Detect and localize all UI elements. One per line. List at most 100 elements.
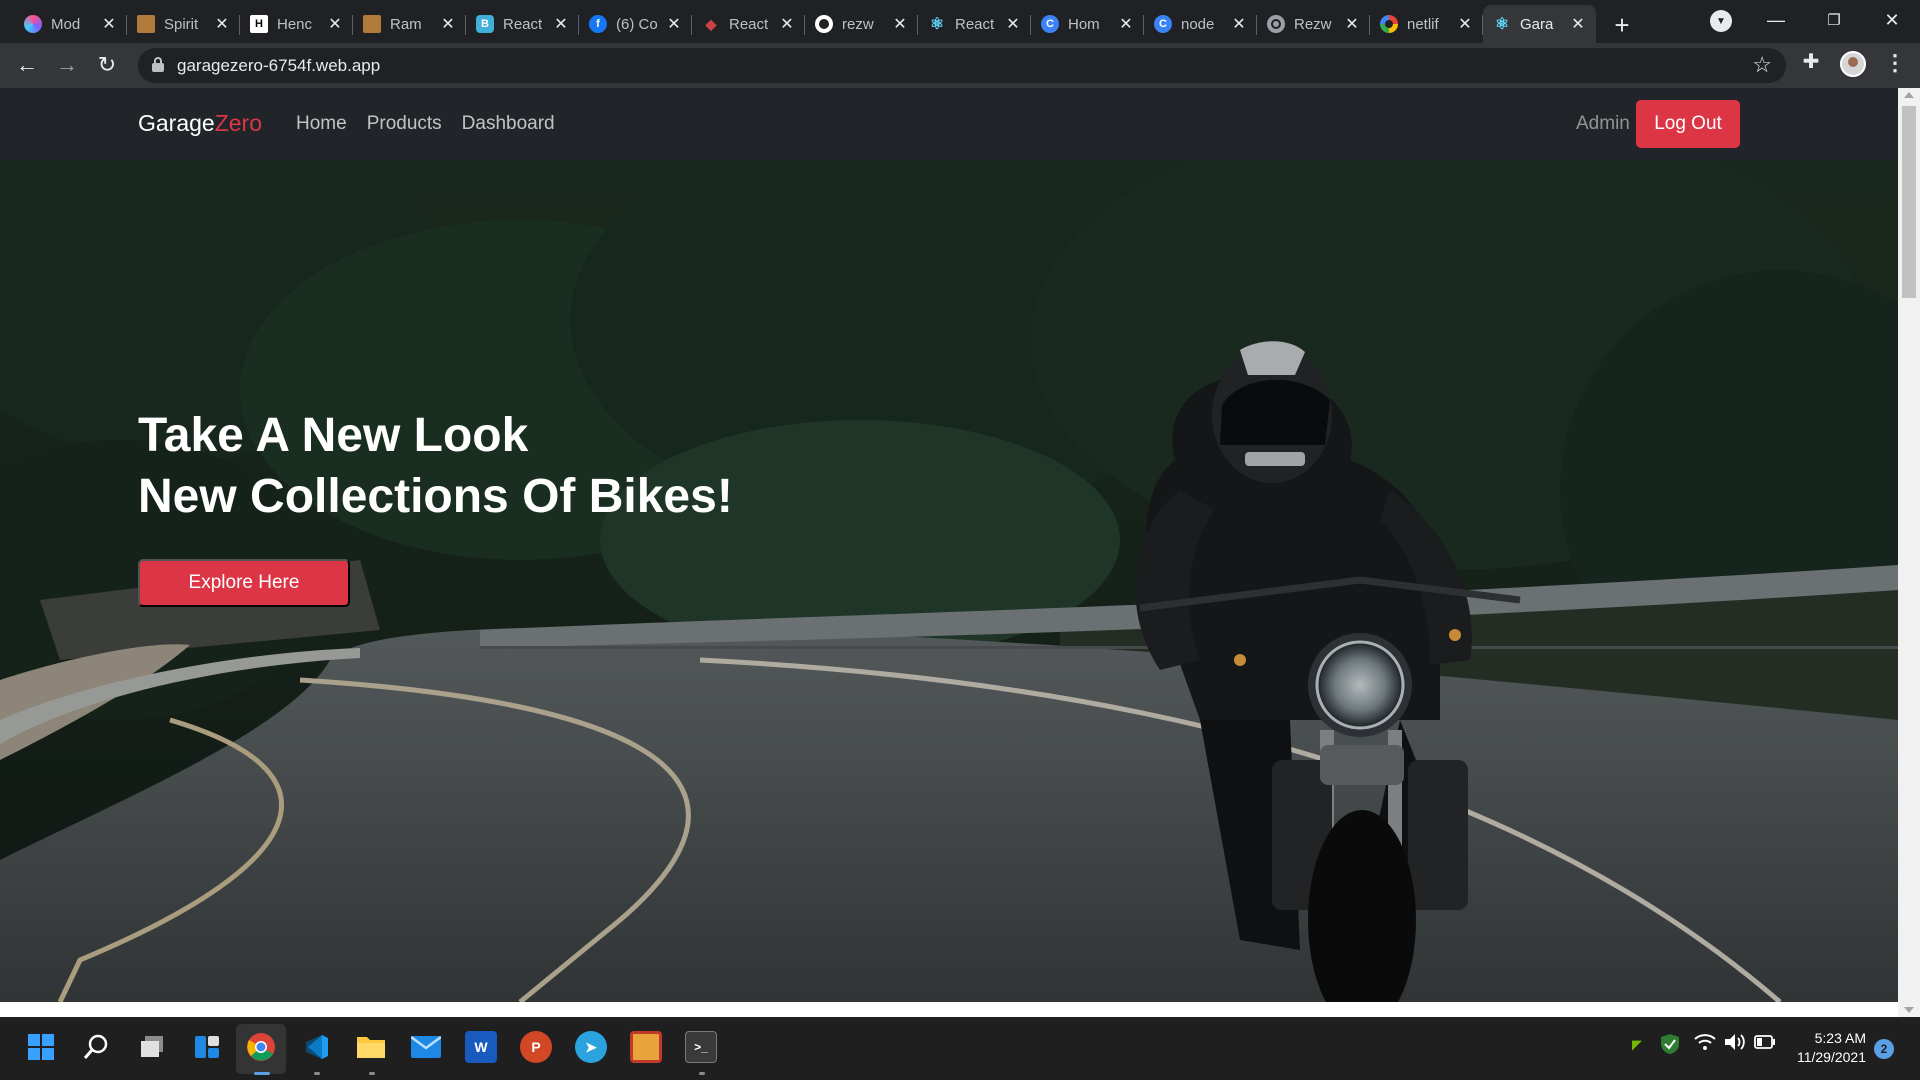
google-icon	[1380, 15, 1398, 33]
mail-icon[interactable]	[410, 1031, 442, 1063]
close-tab-icon[interactable]: ✕	[101, 14, 117, 34]
browser-tab[interactable]: ⚛ React ✕	[918, 5, 1031, 43]
chrome-menu-icon[interactable]: ⋮	[1884, 50, 1906, 76]
browser-toolbar: ← → ↻ garagezero-6754f.web.app ☆	[0, 43, 1920, 88]
tab-label: Hom	[1068, 15, 1100, 33]
close-tab-icon[interactable]: ✕	[1570, 14, 1586, 34]
browser-tab[interactable]: Rezw ✕	[1257, 5, 1370, 43]
close-window-icon[interactable]: ✕	[1864, 0, 1920, 40]
browser-tab[interactable]: Spirit ✕	[127, 5, 240, 43]
close-tab-icon[interactable]: ✕	[892, 14, 908, 34]
page-viewport: GarageZero Home Products Dashboard Admin…	[0, 88, 1898, 1017]
bootstrap-react-icon: B	[476, 15, 494, 33]
windows-start-icon[interactable]	[25, 1031, 57, 1063]
explore-here-button[interactable]: Explore Here	[138, 559, 350, 607]
tab-label: Ram	[390, 15, 422, 33]
close-tab-icon[interactable]: ✕	[327, 14, 343, 34]
browser-tab[interactable]: rezw ✕	[805, 5, 918, 43]
minimize-icon[interactable]: —	[1748, 0, 1804, 40]
logout-button[interactable]: Log Out	[1636, 100, 1740, 148]
close-tab-icon[interactable]: ✕	[666, 14, 682, 34]
hero-heading: Take A New Look New Collections Of Bikes…	[138, 405, 733, 527]
clock-time: 5:23 AM	[1814, 1030, 1866, 1046]
close-tab-icon[interactable]: ✕	[553, 14, 569, 34]
clock-date: 11/29/2021	[1796, 1049, 1866, 1065]
hero-heading-line2: New Collections Of Bikes!	[138, 470, 733, 523]
tab-search-icon[interactable]: ▼	[1710, 10, 1732, 32]
chrome-icon[interactable]	[245, 1031, 277, 1063]
forward-icon[interactable]: →	[51, 49, 83, 81]
close-tab-icon[interactable]: ✕	[1118, 14, 1134, 34]
telegram-icon[interactable]: ➤	[575, 1031, 607, 1063]
tab-label: netlif	[1407, 15, 1439, 33]
back-icon[interactable]: ←	[11, 49, 43, 81]
explorer-running-indicator	[369, 1072, 375, 1075]
file-explorer-icon[interactable]	[355, 1031, 387, 1063]
notification-badge[interactable]: 2	[1874, 1039, 1894, 1059]
terminal-running-indicator	[699, 1072, 705, 1075]
close-tab-icon[interactable]: ✕	[1457, 14, 1473, 34]
word-icon[interactable]: W	[465, 1031, 497, 1063]
close-tab-icon[interactable]: ✕	[1231, 14, 1247, 34]
tab-label: React	[729, 15, 769, 33]
nav-dashboard-link[interactable]: Dashboard	[462, 113, 555, 135]
browser-tab-active[interactable]: ⚛ Gara ✕	[1483, 5, 1596, 43]
url-text[interactable]: garagezero-6754f.web.app	[177, 56, 380, 76]
widgets-icon[interactable]	[191, 1031, 223, 1063]
bookmark-star-icon[interactable]: ☆	[1752, 52, 1772, 78]
browser-tab[interactable]: ◆ React ✕	[692, 5, 805, 43]
extensions-puzzle-icon[interactable]: ✚	[1800, 50, 1822, 73]
close-tab-icon[interactable]: ✕	[440, 14, 456, 34]
nvidia-tray-icon[interactable]: ◤	[1632, 1037, 1642, 1053]
browser-tab[interactable]: H Henc ✕	[240, 5, 353, 43]
wifi-icon[interactable]	[1694, 1033, 1716, 1055]
powerpoint-icon[interactable]: P	[520, 1031, 552, 1063]
github-icon	[815, 15, 833, 33]
site-navbar: GarageZero Home Products Dashboard Admin…	[0, 88, 1898, 160]
site-brand-logo[interactable]: GarageZero	[138, 110, 262, 137]
react-icon: ⚛	[929, 16, 945, 33]
address-bar[interactable]: garagezero-6754f.web.app ☆	[138, 48, 1786, 83]
vscode-icon[interactable]	[300, 1031, 332, 1063]
search-icon[interactable]	[80, 1031, 112, 1063]
browser-tab[interactable]: C node ✕	[1144, 5, 1257, 43]
restore-icon[interactable]: ❐	[1806, 0, 1862, 40]
c-logo-icon: C	[1041, 15, 1059, 33]
browser-tab[interactable]: netlif ✕	[1370, 5, 1483, 43]
new-tab-icon[interactable]: +	[1604, 7, 1640, 43]
close-tab-icon[interactable]: ✕	[214, 14, 230, 34]
reload-icon[interactable]: ↻	[91, 49, 123, 81]
scrollbar-thumb[interactable]	[1902, 106, 1916, 298]
terminal-icon[interactable]: >_	[685, 1031, 717, 1063]
close-tab-icon[interactable]: ✕	[779, 14, 795, 34]
browser-tab[interactable]: C Hom ✕	[1031, 5, 1144, 43]
tab-label: React	[955, 15, 995, 33]
nav-home-link[interactable]: Home	[296, 113, 347, 135]
battery-icon[interactable]	[1754, 1035, 1776, 1053]
system-clock[interactable]: 5:23 AM 11/29/2021	[1792, 1029, 1866, 1067]
chrome-running-indicator	[254, 1072, 270, 1075]
browser-tab[interactable]: Mod ✕	[14, 5, 127, 43]
profile-avatar[interactable]	[1840, 51, 1866, 77]
security-shield-icon[interactable]	[1660, 1033, 1680, 1059]
scroll-down-arrow-icon[interactable]	[1904, 1007, 1914, 1013]
browser-tab[interactable]: f (6) Co ✕	[579, 5, 692, 43]
browser-tab[interactable]: B React ✕	[466, 5, 579, 43]
react-router-icon: ◆	[705, 15, 717, 32]
tab-label: (6) Co	[616, 15, 658, 33]
nav-links: Home Products Dashboard	[296, 113, 555, 135]
tab-label: Gara	[1520, 15, 1554, 33]
close-tab-icon[interactable]: ✕	[1005, 14, 1021, 34]
lock-icon[interactable]	[152, 57, 164, 72]
close-tab-icon[interactable]: ✕	[1344, 14, 1360, 34]
browser-tab[interactable]: Ram ✕	[353, 5, 466, 43]
media-app-icon[interactable]	[630, 1031, 662, 1063]
task-view-icon[interactable]	[136, 1031, 168, 1063]
tab-list: Mod ✕ Spirit ✕ H Henc ✕ Ram ✕ B React ✕ …	[14, 5, 1596, 43]
colorful-app-icon	[24, 15, 42, 33]
brand-main: Garage	[138, 110, 215, 136]
nav-products-link[interactable]: Products	[367, 113, 442, 135]
volume-icon[interactable]	[1724, 1033, 1746, 1055]
scroll-up-arrow-icon[interactable]	[1904, 92, 1914, 98]
page-scrollbar[interactable]	[1898, 88, 1920, 1017]
